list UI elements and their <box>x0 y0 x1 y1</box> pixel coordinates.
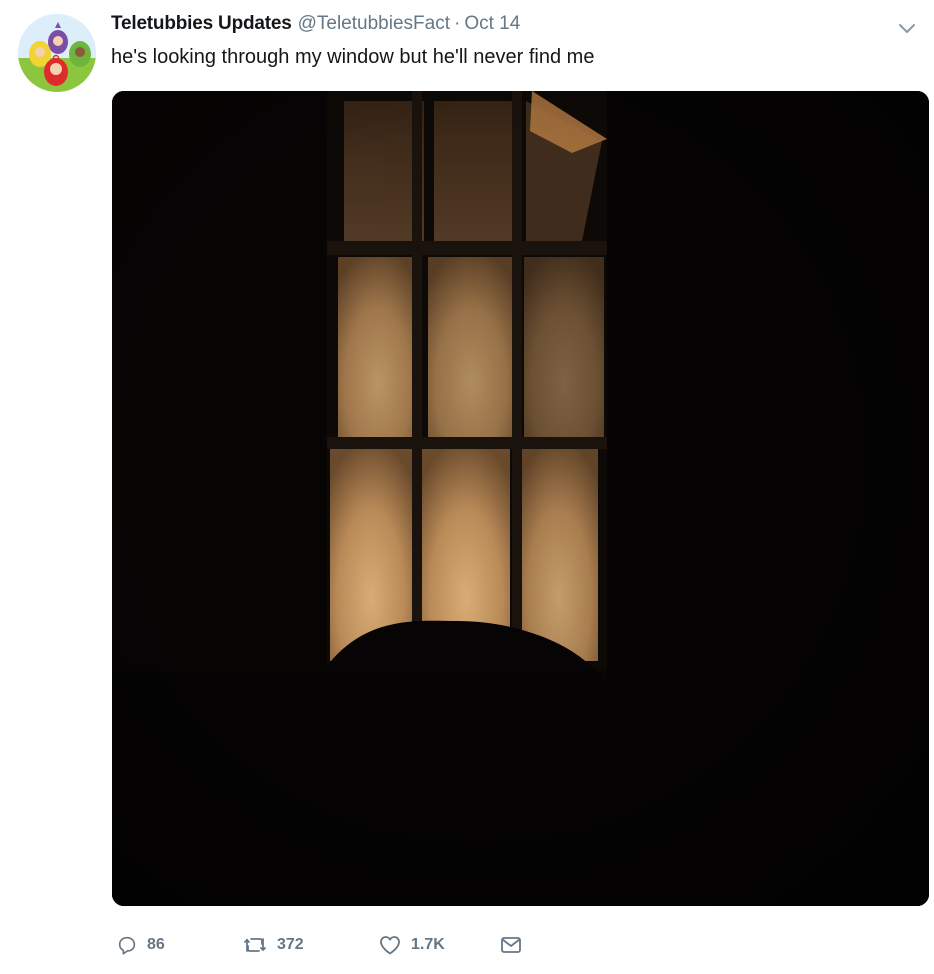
tweet-photo[interactable] <box>112 91 929 906</box>
heart-icon <box>380 936 400 955</box>
reply-count: 86 <box>147 936 165 953</box>
envelope-icon <box>501 937 521 953</box>
retweet-icon <box>244 938 266 952</box>
display-name[interactable]: Teletubbies Updates <box>111 13 292 35</box>
reply-button[interactable]: 86 <box>116 934 242 956</box>
retweet-button[interactable]: 372 <box>242 934 378 956</box>
reply-icon <box>118 936 136 955</box>
chevron-down-icon <box>899 24 915 33</box>
tweet-date[interactable]: Oct 14 <box>464 13 520 35</box>
tweet-header: Teletubbies Updates @TeletubbiesFact · O… <box>111 13 520 39</box>
tweet: Teletubbies Updates @TeletubbiesFact · O… <box>0 0 934 974</box>
retweet-count: 372 <box>277 936 304 953</box>
tweet-text: he's looking through my window but he'll… <box>111 46 595 68</box>
direct-message-button[interactable] <box>499 934 529 956</box>
tweet-actions: 86 372 1.7K <box>116 930 529 960</box>
user-handle[interactable]: @TeletubbiesFact <box>298 13 450 35</box>
teletubbies-avatar-image <box>18 14 96 92</box>
like-count: 1.7K <box>411 936 445 953</box>
window-photo-image <box>112 91 929 906</box>
like-button[interactable]: 1.7K <box>378 934 499 956</box>
header-separator: · <box>453 13 461 34</box>
tweet-menu-button[interactable] <box>896 18 918 40</box>
avatar[interactable] <box>18 14 96 92</box>
